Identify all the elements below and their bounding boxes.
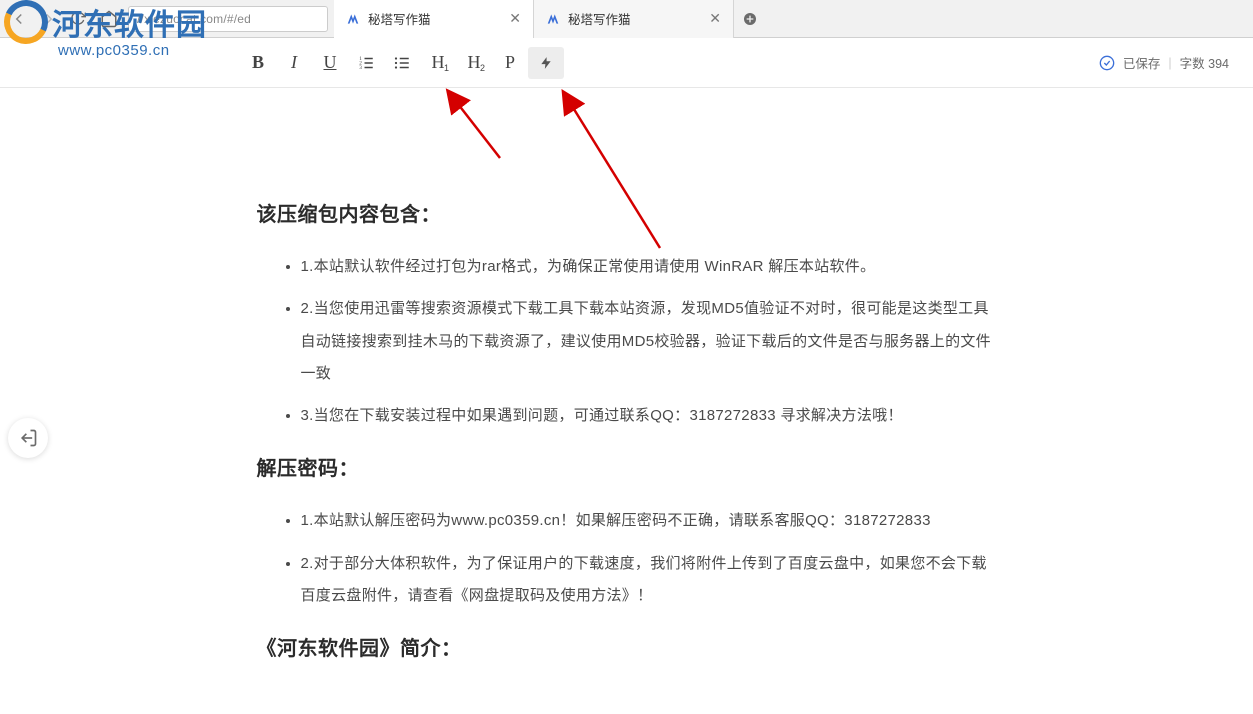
saved-label: 已保存 [1123, 53, 1161, 72]
favicon-icon [346, 12, 360, 26]
document-page: 该压缩包内容包含： 1.本站默认软件经过打包为rar格式，为确保正常使用请使用 … [217, 88, 1037, 714]
heading-about[interactable]: 《河东软件园》简介： [257, 632, 997, 661]
url-text: //xiezuocat.com/#/ed [137, 12, 251, 26]
saved-check-icon [1099, 55, 1115, 71]
close-icon[interactable]: ✕ [709, 10, 721, 27]
exit-button[interactable] [8, 418, 48, 458]
bold-button[interactable]: B [240, 47, 276, 79]
ordered-list-icon: 123 [357, 54, 375, 72]
heading2-button[interactable]: H2 [456, 47, 492, 79]
back-icon[interactable] [10, 10, 28, 28]
heading-password[interactable]: 解压密码： [257, 452, 997, 481]
tab-strip: 秘塔写作猫 ✕ 秘塔写作猫 ✕ [334, 0, 766, 38]
address-bar[interactable]: //xiezuocat.com/#/ed [128, 6, 328, 32]
forward-icon[interactable] [40, 10, 58, 28]
tab-title: 秘塔写作猫 [368, 9, 503, 28]
list-item[interactable]: 1.本站默认软件经过打包为rar格式，为确保正常使用请使用 WinRAR 解压本… [301, 251, 997, 283]
svg-text:3: 3 [359, 65, 362, 71]
paragraph-button[interactable]: P [492, 47, 528, 79]
editor-toolbar: B I U 123 H1 H2 P 已保存 | 字数 394 [0, 38, 1253, 88]
home-icon[interactable] [100, 10, 118, 28]
heading-contents[interactable]: 该压缩包内容包含： [257, 198, 997, 227]
reload-icon[interactable] [70, 10, 88, 28]
list-item[interactable]: 2.对于部分大体积软件，为了保证用户的下载速度，我们将附件上传到了百度云盘中，如… [301, 548, 997, 613]
tab-title: 秘塔写作猫 [568, 9, 703, 28]
exit-icon [18, 428, 38, 448]
list-item[interactable]: 2.当您使用迅雷等搜索资源模式下载工具下载本站资源，发现MD5值验证不对时，很可… [301, 293, 997, 390]
browser-chrome: //xiezuocat.com/#/ed 秘塔写作猫 ✕ 秘塔写作猫 ✕ [0, 0, 1253, 38]
unordered-list-icon [393, 54, 411, 72]
list-item[interactable]: 1.本站默认解压密码为www.pc0359.cn！如果解压密码不正确，请联系客服… [301, 505, 997, 537]
editor-wrap: B I U 123 H1 H2 P 已保存 | 字数 394 [0, 38, 1253, 714]
close-icon[interactable]: ✕ [509, 10, 521, 27]
tab-2[interactable]: 秘塔写作猫 ✕ [534, 0, 734, 38]
toolbar-status: 已保存 | 字数 394 [1099, 53, 1229, 72]
word-count: 字数 394 [1180, 53, 1229, 72]
ai-flash-button[interactable] [528, 47, 564, 79]
favicon-icon [546, 12, 560, 26]
tab-1[interactable]: 秘塔写作猫 ✕ [334, 0, 534, 38]
lightning-icon [539, 54, 553, 72]
underline-button[interactable]: U [312, 47, 348, 79]
list-item[interactable]: 3.当您在下载安装过程中如果遇到问题，可通过联系QQ：3187272833 寻求… [301, 400, 997, 432]
italic-button[interactable]: I [276, 47, 312, 79]
ordered-list-button[interactable]: 123 [348, 47, 384, 79]
new-tab-button[interactable] [734, 0, 766, 38]
heading1-button[interactable]: H1 [420, 47, 456, 79]
unordered-list-button[interactable] [384, 47, 420, 79]
document-area[interactable]: 该压缩包内容包含： 1.本站默认软件经过打包为rar格式，为确保正常使用请使用 … [0, 88, 1253, 714]
